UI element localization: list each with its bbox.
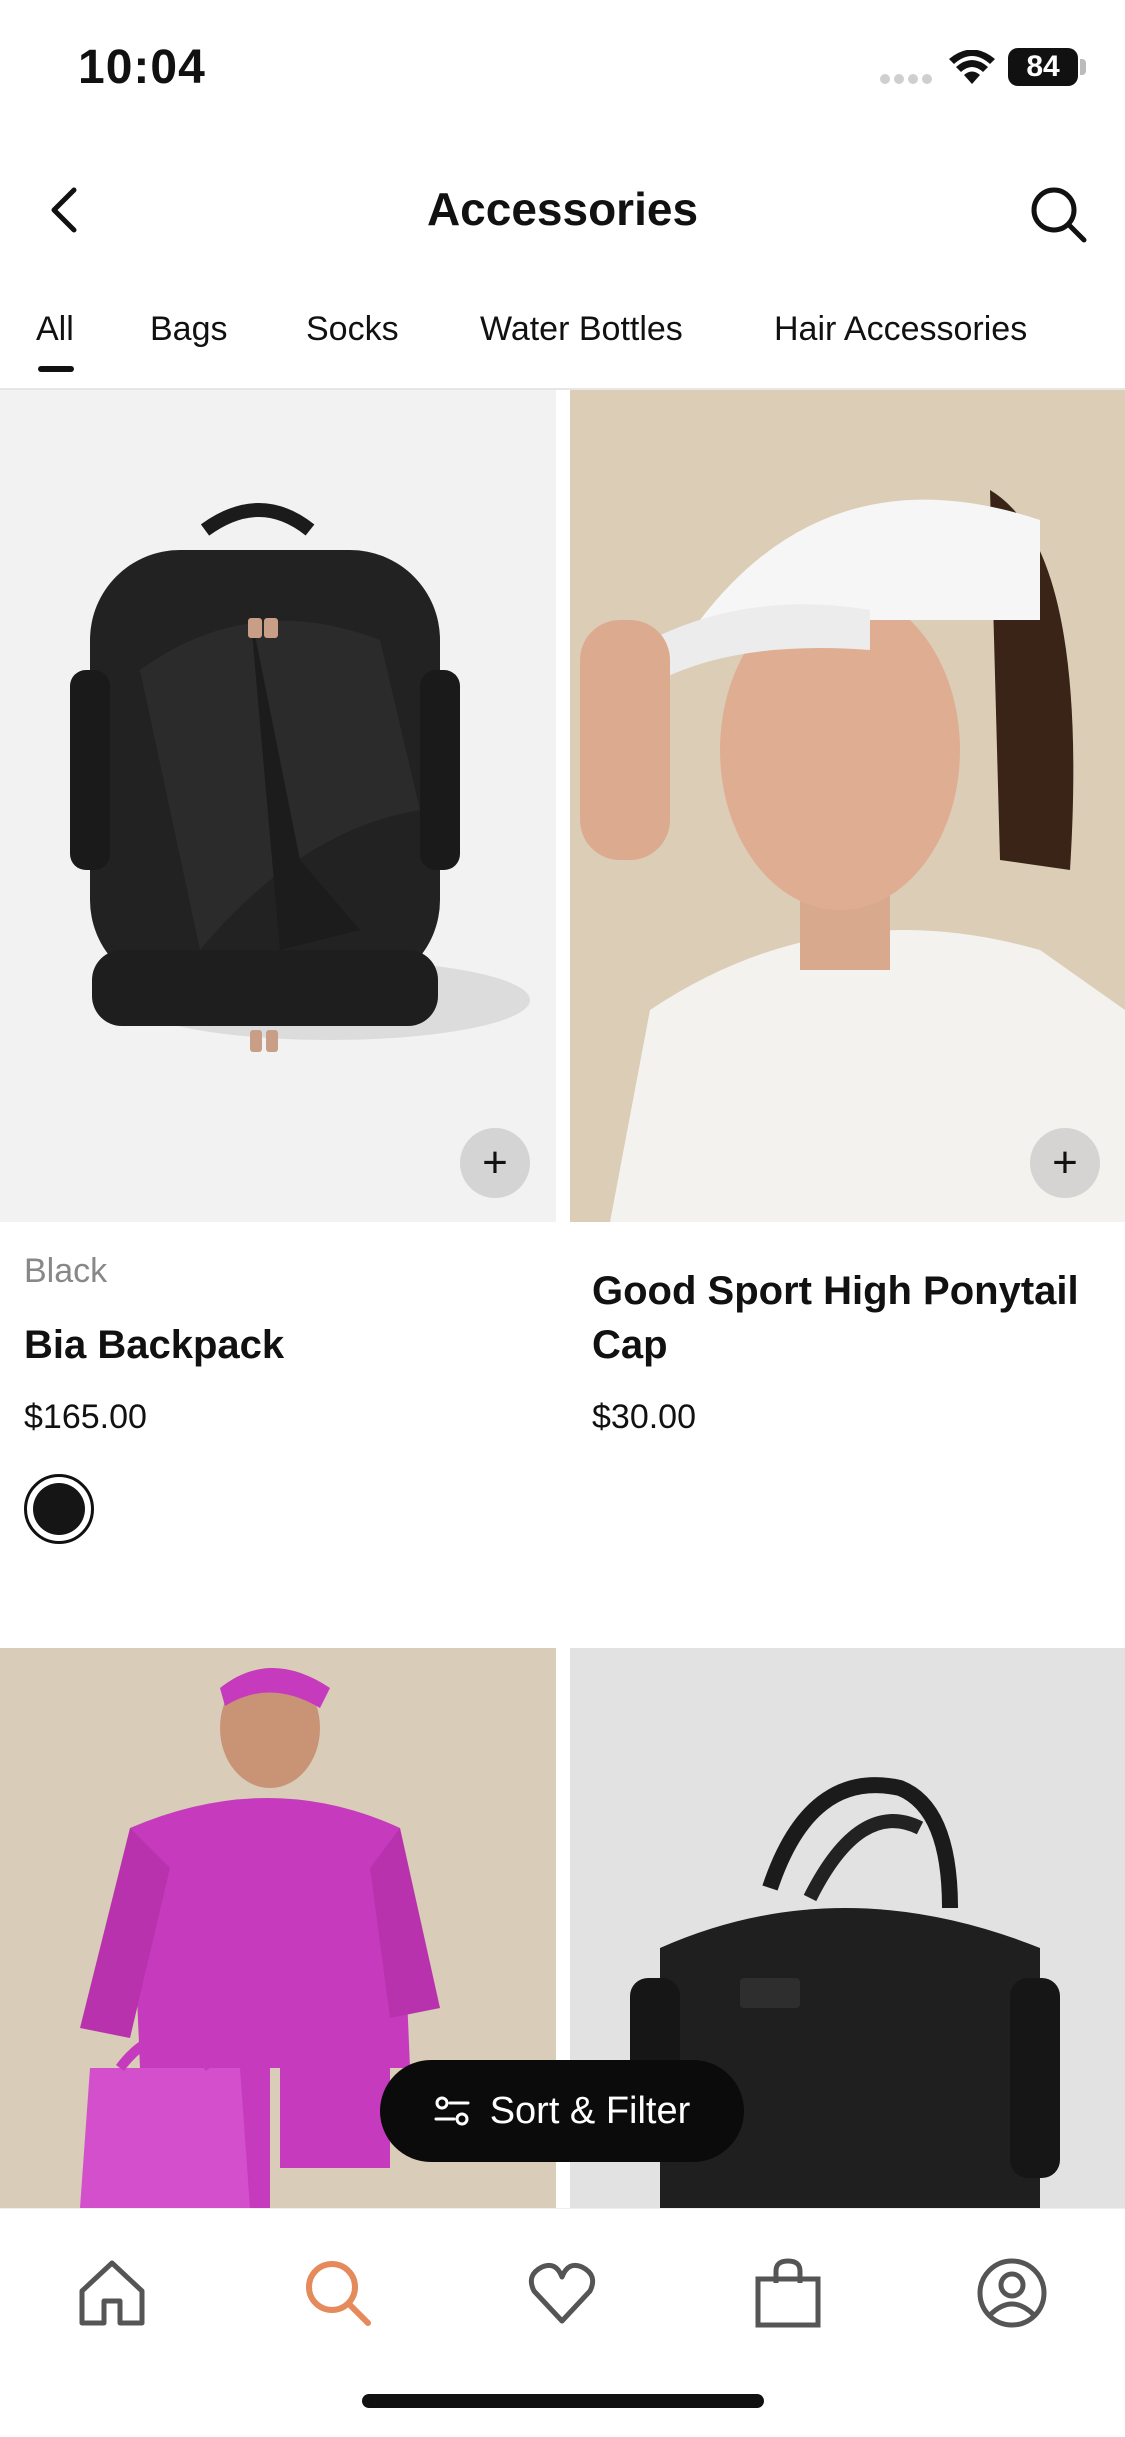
product-name-line2[interactable]: Cap <box>592 1318 668 1372</box>
tab-water-bottles[interactable]: Water Bottles <box>480 310 683 349</box>
product-image-ponytail-cap[interactable]: + <box>570 390 1125 1222</box>
add-to-bag-button[interactable]: + <box>460 1128 530 1198</box>
product-price: $30.00 <box>592 1398 696 1436</box>
color-swatch-black[interactable] <box>24 1474 94 1544</box>
product-name-line1[interactable]: Good Sport High Ponytail <box>592 1264 1079 1318</box>
page-title: Accessories <box>426 183 699 235</box>
product-image-bia-backpack[interactable]: + <box>0 390 556 1222</box>
product-color-label: Black <box>24 1252 108 1290</box>
product-name[interactable]: Bia Backpack <box>24 1318 284 1372</box>
sort-filter-label: Sort & Filter <box>489 2089 691 2132</box>
tab-socks[interactable]: Socks <box>306 310 399 349</box>
product-price: $165.00 <box>24 1398 147 1436</box>
wifi-icon <box>949 50 995 84</box>
battery-tip <box>1080 59 1086 75</box>
tab-bags[interactable]: Bags <box>150 310 228 349</box>
home-icon[interactable] <box>74 2255 150 2331</box>
category-tabs: All Bags Socks Water Bottles Hair Access… <box>0 300 1125 390</box>
tab-hair-accessories[interactable]: Hair Accessories <box>774 310 1027 349</box>
status-time: 10:04 <box>78 41 206 94</box>
home-indicator <box>362 2394 764 2408</box>
heart-icon[interactable] <box>524 2255 600 2331</box>
cellular-signal-icon <box>880 74 932 84</box>
filter-sliders-icon <box>434 2096 470 2126</box>
sort-filter-button[interactable]: Sort & Filter <box>380 2060 744 2162</box>
backpack-illustration <box>70 503 530 1052</box>
status-bar: 10:04 84 <box>0 0 1125 140</box>
add-to-bag-button[interactable]: + <box>1030 1128 1100 1198</box>
search-icon[interactable] <box>1024 180 1094 250</box>
search-icon[interactable] <box>300 2255 376 2331</box>
bag-icon[interactable] <box>750 2255 826 2331</box>
profile-icon[interactable] <box>974 2255 1050 2331</box>
cap-model-illustration <box>580 490 1125 1222</box>
active-tab-indicator <box>38 366 74 372</box>
tab-all[interactable]: All <box>36 310 74 349</box>
header: Accessories <box>0 160 1125 260</box>
battery-level: 84 <box>1008 48 1078 86</box>
